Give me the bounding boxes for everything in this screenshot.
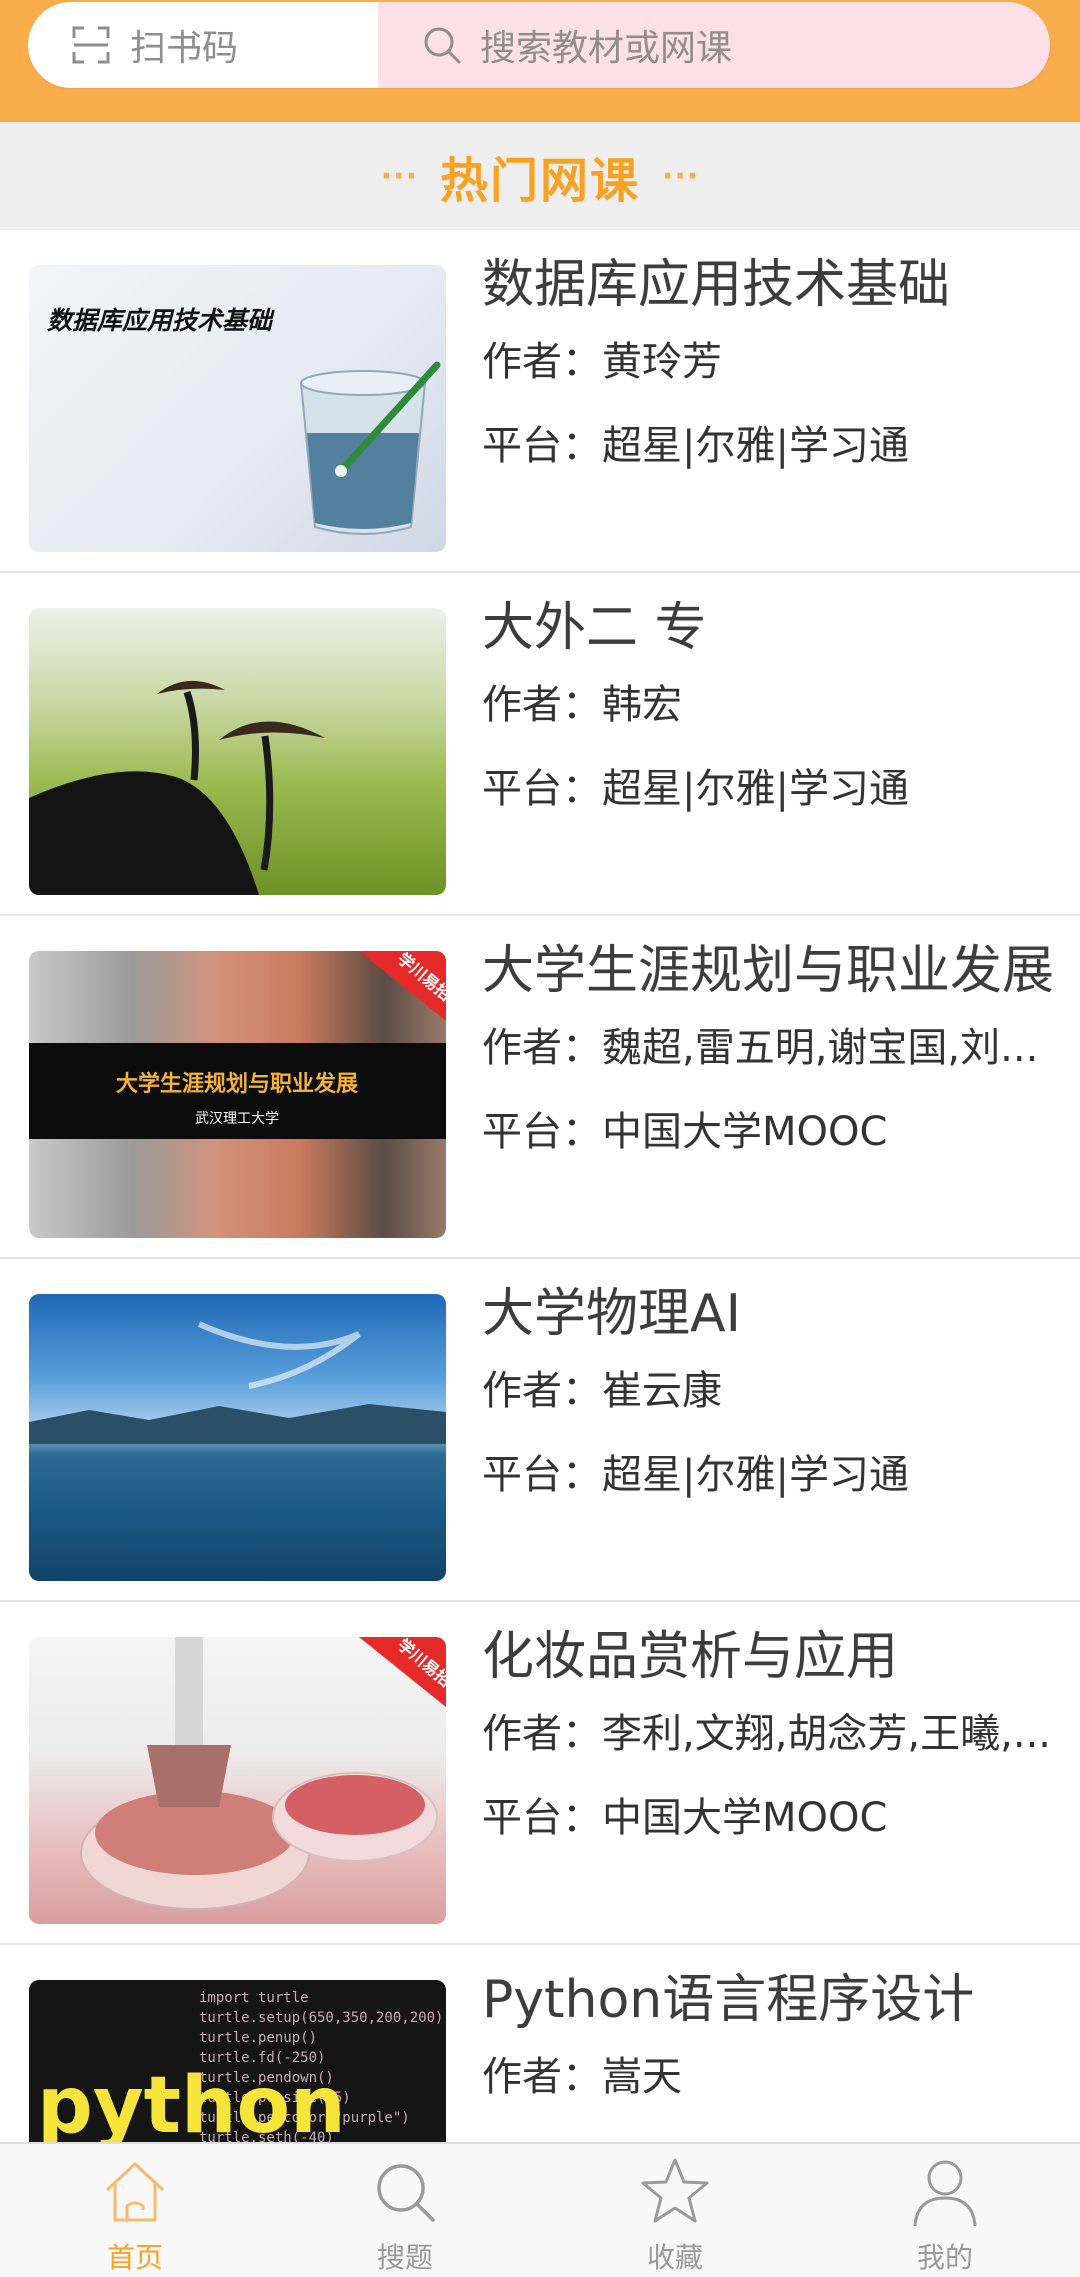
course-title: Python语言程序设计 (482, 1970, 975, 2030)
course-platform: 平台：中国大学MOOC (482, 1795, 888, 1841)
course-platform: 平台：超星|尔雅|学习通 (482, 766, 909, 812)
course-info: 大学生涯规划与职业发展 作者：魏超,雷五明,谢宝国,刘... 平台：中国大学MO… (482, 940, 1054, 1156)
course-cover: 数据库应用技术基础 (29, 265, 446, 552)
course-author: 作者：李利,文翔,胡念芳,王曦,... (482, 1711, 1052, 1757)
nav-profile-label: 我的 (916, 2241, 973, 2274)
course-item[interactable]: 数据库应用技术基础 数据库应用技术基础 作者：黄玲芳 平台：超星|尔雅|学习通 (0, 230, 1080, 573)
course-title: 化妆品赏析与应用 (482, 1627, 899, 1687)
course-item[interactable]: 大外二 专 作者：韩宏 平台：超星|尔雅|学习通 (0, 573, 1080, 916)
course-cover: 大学生涯规划与职业发展 武汉理工大学 学川易招 (29, 951, 446, 1238)
section-header: ··· 热门网课 ··· (0, 122, 1080, 230)
cover-image: 大学生涯规划与职业发展 武汉理工大学 学川易招 (29, 951, 446, 1139)
svg-text:import turtle: import turtle (199, 1990, 309, 2006)
cover-subtitle: 武汉理工大学 (195, 1111, 279, 1127)
course-info: Python语言程序设计 作者：嵩天 (482, 1969, 1054, 2137)
course-author: 作者：韩宏 (482, 682, 682, 728)
course-item[interactable]: 学川易招 化妆品赏析与应用 作者：李利,文翔,胡念芳,王曦,... 平台：中国大… (0, 1602, 1080, 1945)
star-icon (641, 2158, 709, 2223)
course-list: 数据库应用技术基础 数据库应用技术基础 作者：黄玲芳 平台：超星|尔雅|学习通 (0, 230, 1080, 2142)
svg-text:turtle.penup(): turtle.penup() (199, 2030, 317, 2046)
cover-image: import turtle turtle.setup(650,350,200,2… (37, 1990, 443, 2142)
course-title: 数据库应用技术基础 (482, 255, 951, 315)
course-cover (29, 608, 446, 895)
search-icon (424, 27, 461, 64)
decorative-dots-left: ··· (380, 158, 418, 194)
course-info: 大外二 专 作者：韩宏 平台：超星|尔雅|学习通 (482, 597, 1054, 813)
nav-search[interactable]: 搜题 (270, 2144, 540, 2277)
nav-favorites-label: 收藏 (646, 2241, 703, 2274)
cover-image: 学川易招 (80, 1637, 446, 1910)
nav-home[interactable]: 首页 (0, 2144, 270, 2277)
course-item[interactable]: 大学物理AI 作者：崔云康 平台：超星|尔雅|学习通 (0, 1259, 1080, 1602)
nav-profile[interactable]: 我的 (810, 2144, 1080, 2277)
course-info: 化妆品赏析与应用 作者：李利,文翔,胡念芳,王曦,... 平台：中国大学MOOC (482, 1626, 1054, 1842)
scan-icon (72, 26, 110, 64)
course-author: 作者：魏超,雷五明,谢宝国,刘... (482, 1025, 1039, 1071)
course-info: 数据库应用技术基础 作者：黄玲芳 平台：超星|尔雅|学习通 (482, 254, 1054, 470)
cover-image (29, 680, 325, 895)
course-author: 作者：黄玲芳 (482, 339, 722, 385)
course-item[interactable]: import turtle turtle.setup(650,350,200,2… (0, 1945, 1080, 2142)
course-cover (29, 1294, 446, 1581)
course-info: 大学物理AI 作者：崔云康 平台：超星|尔雅|学习通 (482, 1283, 1054, 1499)
decorative-dots-right: ··· (662, 158, 700, 194)
nav-home-label: 首页 (106, 2241, 163, 2274)
course-cover: 学川易招 (29, 1637, 446, 1924)
cover-title: 大学生涯规划与职业发展 (116, 1071, 358, 1097)
nav-favorites[interactable]: 收藏 (540, 2144, 810, 2277)
search-placeholder: 搜索教材或网课 (480, 28, 733, 69)
top-bar: 扫书码 搜索教材或网课 (0, 0, 1080, 122)
section-title: 热门网课 (439, 153, 640, 209)
course-platform: 平台：超星|尔雅|学习通 (482, 1452, 909, 1498)
cover-image: 数据库应用技术基础 (47, 306, 441, 535)
home-icon (105, 2162, 165, 2222)
cover-image (29, 1321, 446, 1444)
course-platform: 平台：中国大学MOOC (482, 1109, 888, 1155)
course-cover: import turtle turtle.setup(650,350,200,2… (29, 1980, 446, 2142)
cover-title: 数据库应用技术基础 (47, 306, 275, 335)
svg-text:turtle.setup(650,350,200,200): turtle.setup(650,350,200,200) (199, 2010, 443, 2026)
course-author: 作者：嵩天 (482, 2054, 682, 2100)
bottom-nav: 首页 搜题 收藏 我的 (0, 2142, 1080, 2277)
scan-book-label: 扫书码 (130, 28, 239, 69)
search-bar: 扫书码 搜索教材或网课 (28, 2, 1050, 88)
course-item[interactable]: 大学生涯规划与职业发展 武汉理工大学 学川易招 大学生涯规划与职业发展 作者：魏… (0, 916, 1080, 1259)
course-platform: 平台：超星|尔雅|学习通 (482, 423, 909, 469)
course-title: 大外二 专 (482, 598, 707, 658)
course-title: 大学物理AI (482, 1284, 741, 1344)
nav-search-label: 搜题 (376, 2241, 433, 2274)
course-author: 作者：崔云康 (482, 1368, 722, 1414)
course-title: 大学生涯规划与职业发展 (482, 941, 1055, 1001)
search-input[interactable]: 搜索教材或网课 (378, 2, 1050, 88)
user-icon (913, 2160, 977, 2227)
scan-book-button[interactable]: 扫书码 (28, 2, 378, 88)
search-icon (377, 2164, 435, 2222)
cover-title: python (37, 2061, 346, 2142)
